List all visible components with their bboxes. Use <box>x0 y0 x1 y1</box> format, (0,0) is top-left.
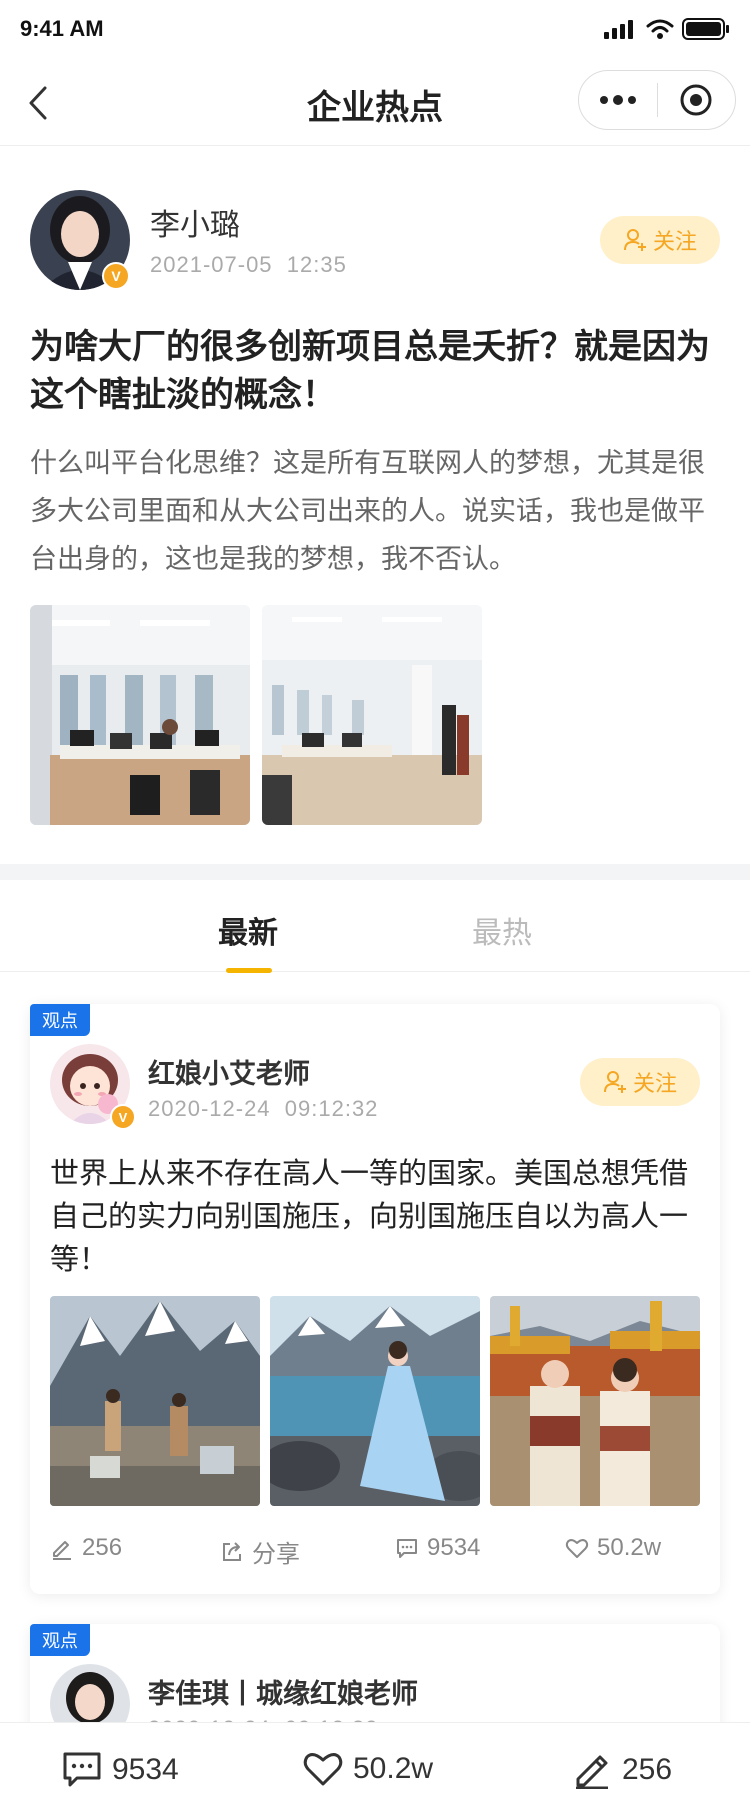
comment-count: 9534 <box>427 1534 481 1561</box>
status-bar: 9:41 AM <box>0 0 750 60</box>
card-text: 世界上从来不存在高人一等的国家。美国总想凭借自己的实力向别国施压，向别国施压自以… <box>50 1156 689 1276</box>
battery-icon <box>682 18 729 40</box>
bottom-action-bar: 9534 50.2w 256 <box>0 1722 750 1820</box>
bottom-like-count: 50.2w <box>353 1752 434 1785</box>
verified-badge: V <box>110 1104 136 1130</box>
card-image-gallery <box>50 1296 700 1506</box>
card-image[interactable] <box>490 1296 700 1506</box>
bottom-edit-button[interactable]: 256 <box>572 1751 672 1789</box>
pencil-icon <box>576 1755 608 1789</box>
add-user-icon <box>603 1071 626 1093</box>
post-title: 为啥大厂的很多创新项目总是夭折？就是因为这个瞎扯淡的概念！ <box>30 327 710 415</box>
post-time: 12:35 <box>286 252 347 277</box>
wifi-icon <box>646 19 674 39</box>
close-mini-program-button[interactable] <box>658 71 736 129</box>
follow-button[interactable]: 关注 <box>600 216 720 264</box>
bottom-comment-button[interactable]: 9534 <box>62 1751 179 1789</box>
like-count: 50.2w <box>597 1534 662 1561</box>
post-datetime: 2021-07-05 12:35 <box>150 252 347 278</box>
mountain-couple-photo <box>50 1296 260 1506</box>
opinion-tag: 观点 <box>30 1004 90 1036</box>
more-button[interactable] <box>579 71 657 129</box>
follow-label: 关注 <box>632 1072 677 1097</box>
verified-badge: V <box>102 262 130 290</box>
tab-latest[interactable]: 最新 <box>218 908 278 952</box>
heart-icon <box>565 1539 589 1558</box>
office-photo <box>262 605 482 825</box>
card-image[interactable] <box>50 1296 260 1506</box>
share-action[interactable]: 分享 <box>220 1534 300 1569</box>
tibetan-couple-photo <box>490 1296 700 1506</box>
office-photo <box>30 605 250 825</box>
post-image-gallery <box>30 605 482 825</box>
post-date: 2020-12-24 <box>148 1096 271 1121</box>
share-label: 分享 <box>252 1541 300 1568</box>
signal-icon <box>604 20 633 39</box>
status-icons <box>604 18 730 40</box>
like-action[interactable]: 50.2w <box>565 1534 661 1562</box>
author-name[interactable]: 红娘小艾老师 <box>148 1052 310 1091</box>
tab-hottest[interactable]: 最热 <box>472 908 532 952</box>
status-time: 9:41 AM <box>20 16 104 41</box>
section-divider <box>0 864 750 880</box>
opinion-tag: 观点 <box>30 1624 90 1656</box>
post-image[interactable] <box>30 605 250 825</box>
post-date: 2021-07-05 <box>150 252 273 277</box>
nav-bar: 企业热点 <box>0 60 750 146</box>
feed-tabs: 最新 最热 <box>0 880 750 973</box>
bottom-like-button[interactable]: 50.2w <box>303 1751 433 1787</box>
opinion-card[interactable]: 观点 V 红娘小艾老师 2020-12-24 09:12:32 关注 世界上从来… <box>30 1004 720 1594</box>
edit-action[interactable]: 256 <box>50 1534 122 1562</box>
target-icon <box>680 84 712 116</box>
follow-label: 关注 <box>652 230 697 255</box>
wedding-lake-photo <box>270 1296 480 1506</box>
bottom-comment-count: 9534 <box>112 1753 179 1786</box>
author-name[interactable]: 李佳琪丨城缘红娘老师 <box>148 1672 418 1711</box>
add-user-icon <box>623 229 646 251</box>
comment-icon <box>63 1752 101 1787</box>
post-author: V 李小璐 2021-07-05 12:35 关注 <box>30 190 720 290</box>
more-dots-icon <box>599 95 636 105</box>
mini-program-capsule <box>578 70 736 130</box>
post-body: 什么叫平台化思维？这是所有互联网人的梦想，尤其是很多大公司里面和从大公司出来的人… <box>30 448 705 575</box>
post-image[interactable] <box>262 605 482 825</box>
edit-count: 256 <box>82 1534 123 1561</box>
comment-icon <box>397 1539 417 1558</box>
author-name[interactable]: 李小璐 <box>150 200 240 244</box>
comment-action[interactable]: 9534 <box>395 1534 480 1562</box>
bottom-edit-count: 256 <box>622 1753 673 1786</box>
follow-button[interactable]: 关注 <box>580 1058 700 1106</box>
post-time: 09:12:32 <box>284 1096 379 1121</box>
card-actions: 256 分享 9534 50.2w <box>50 1534 700 1574</box>
post-datetime: 2020-12-24 09:12:32 <box>148 1096 378 1122</box>
card-image[interactable] <box>270 1296 480 1506</box>
heart-icon <box>303 1753 343 1786</box>
pencil-icon <box>53 1541 71 1560</box>
share-icon <box>223 1541 241 1561</box>
tab-indicator <box>226 968 272 973</box>
